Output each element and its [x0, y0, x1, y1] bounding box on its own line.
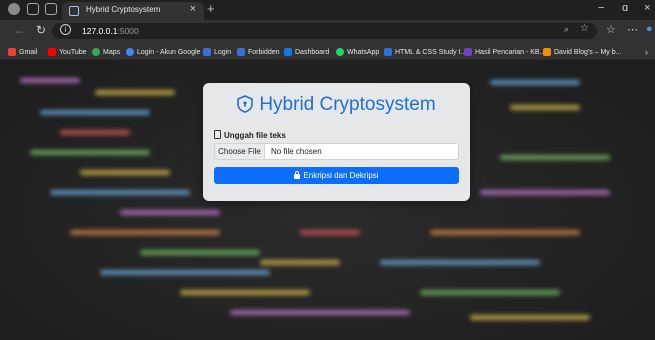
bookmark-david-blog[interactable]: David Blog's – My b...: [543, 46, 621, 58]
page-title: Hybrid Cryptosystem: [203, 94, 470, 116]
close-window-button[interactable]: ×: [644, 2, 650, 14]
bookmark-maps[interactable]: Maps: [92, 46, 120, 58]
k-icon: [464, 48, 472, 56]
url-text[interactable]: 127.0.0.1:5000: [82, 26, 139, 36]
upload-label: Unggah file teks: [214, 130, 286, 140]
bookmark-whatsapp[interactable]: WhatsApp: [336, 46, 379, 58]
profile-icon[interactable]: [8, 3, 20, 15]
tab-strip: Hybrid Cryptosystem × + − ɑ ×: [0, 0, 655, 20]
login-icon: [203, 48, 211, 56]
page-background: Hybrid Cryptosystem Unggah file teks Cho…: [0, 60, 655, 340]
more-menu-icon[interactable]: ⋯: [627, 23, 638, 36]
bookmark-forbidden[interactable]: Forbidden: [237, 46, 280, 58]
address-bar[interactable]: i 127.0.0.1:5000 ⌕ ☆: [52, 23, 597, 39]
back-icon[interactable]: ←: [14, 23, 26, 37]
bookmarks-bar: Gmail YouTube Maps Login - Akun Google L…: [0, 42, 655, 60]
bookmark-dashboard[interactable]: Dashboard: [284, 46, 329, 58]
file-status-text: No file chosen: [271, 147, 322, 156]
copilot-icon[interactable]: ●: [646, 23, 653, 35]
file-icon: [214, 130, 221, 139]
tab-hybrid-cryptosystem[interactable]: Hybrid Cryptosystem ×: [62, 2, 204, 20]
workspaces-icon[interactable]: [27, 3, 39, 15]
bookmark-google-login[interactable]: Login - Akun Google: [126, 46, 200, 58]
page-favicon-icon: [69, 6, 79, 16]
bookmark-youtube[interactable]: YouTube: [48, 46, 87, 58]
bookmark-login[interactable]: Login: [203, 46, 231, 58]
bookmark-hasil-pencarian[interactable]: Hasil Pencarian - KB...: [464, 46, 545, 58]
minimize-button[interactable]: −: [598, 2, 604, 14]
bookmark-gmail[interactable]: Gmail: [8, 46, 37, 58]
whatsapp-icon: [336, 48, 344, 56]
blog-icon: [543, 48, 551, 56]
encrypt-decrypt-button[interactable]: Enkripsi dan Dekripsi: [214, 167, 459, 184]
choose-file-button[interactable]: Choose File: [215, 144, 265, 159]
file-input[interactable]: Choose File No file chosen: [214, 143, 459, 160]
navigation-bar: ← ↻ i 127.0.0.1:5000 ⌕ ☆ ☆ ⋯ ●: [0, 20, 655, 42]
tab-title: Hybrid Cryptosystem: [86, 5, 161, 14]
zoom-icon[interactable]: ⌕: [564, 24, 569, 35]
bookmarks-overflow-icon[interactable]: ›: [645, 46, 648, 58]
bookmark-html-css-study[interactable]: HTML & CSS Study I...: [384, 46, 466, 58]
site-info-icon[interactable]: i: [60, 24, 71, 35]
browser-window: Hybrid Cryptosystem × + − ɑ × ← ↻ i 127.…: [0, 0, 655, 340]
tab-actions-icon[interactable]: [45, 3, 57, 15]
new-tab-button[interactable]: +: [207, 1, 215, 16]
dashboard-icon: [284, 48, 292, 56]
crypto-form-card: Hybrid Cryptosystem Unggah file teks Cho…: [203, 83, 470, 201]
maximize-button[interactable]: ɑ: [622, 2, 628, 14]
forbidden-icon: [237, 48, 245, 56]
reload-icon[interactable]: ↻: [36, 23, 46, 37]
favorites-icon[interactable]: ☆: [606, 23, 616, 36]
google-icon: [126, 48, 134, 56]
tab-close-icon[interactable]: ×: [190, 3, 196, 15]
study-icon: [384, 48, 392, 56]
favorite-star-icon[interactable]: ☆: [580, 23, 589, 34]
lock-icon: [294, 171, 301, 179]
youtube-icon: [48, 48, 56, 56]
gmail-icon: [8, 48, 16, 56]
maps-icon: [92, 48, 100, 56]
shield-icon: [237, 95, 254, 113]
